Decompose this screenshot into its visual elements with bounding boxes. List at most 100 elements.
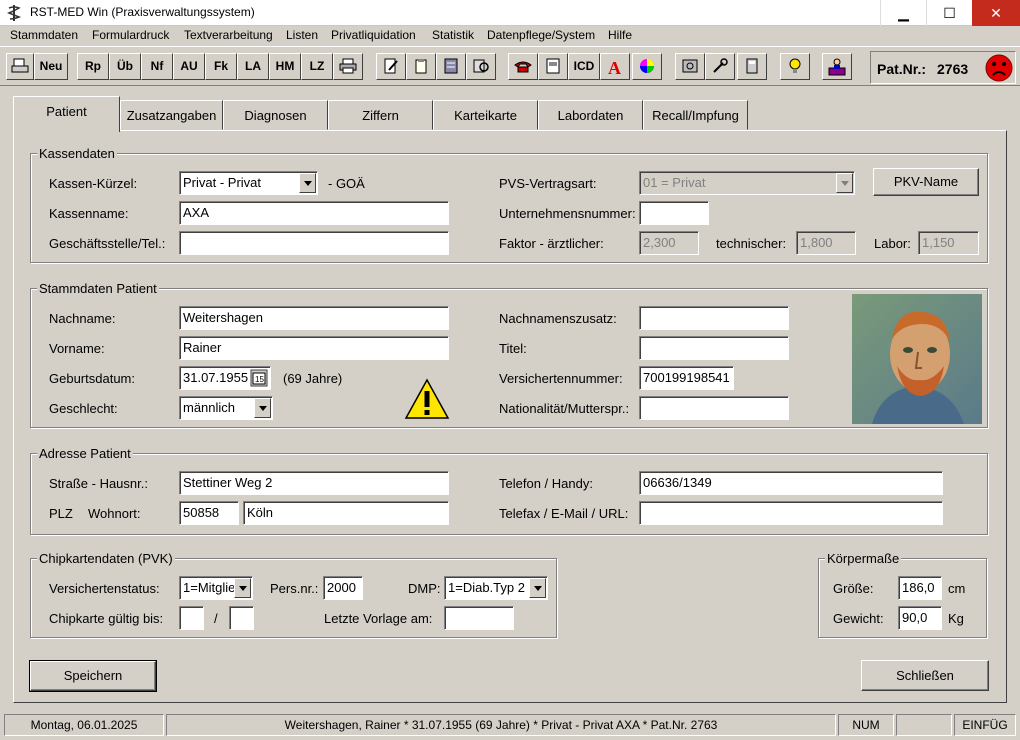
chevron-down-icon[interactable] (234, 578, 251, 598)
persnr-field[interactable]: 2000 (323, 576, 363, 600)
tab-recall-impfung[interactable]: Recall/Impfung (643, 100, 748, 130)
tools-button[interactable] (705, 53, 735, 80)
hm-button[interactable]: HM (269, 53, 301, 80)
tab-karteikarte[interactable]: Karteikarte (433, 100, 538, 130)
unternehmensnummer-label: Unternehmensnummer: (499, 206, 636, 221)
nachnamenszusatz-field[interactable] (639, 306, 789, 330)
au-button[interactable]: AU (173, 53, 205, 80)
exit-button[interactable] (822, 53, 852, 80)
menu-datenpflege[interactable]: Datenpflege/System (487, 28, 595, 42)
geschaeftsstelle-field[interactable] (179, 231, 449, 255)
geschlecht-select[interactable]: männlich (179, 396, 273, 420)
icd-button[interactable]: ICD (568, 53, 600, 80)
fk-button[interactable]: Fk (205, 53, 237, 80)
save-button[interactable]: Speichern (29, 660, 157, 692)
dmp-select[interactable]: 1=Diab.Typ 2 (444, 576, 548, 600)
clipboard-button[interactable] (406, 53, 436, 80)
safe-button[interactable] (675, 53, 705, 80)
geschaeftsstelle-label: Geschäftsstelle/Tel.: (49, 236, 166, 251)
caduceus-icon (6, 5, 22, 21)
notebook-button[interactable] (436, 53, 466, 80)
faktor-labor-field[interactable]: 1,150 (918, 231, 979, 255)
menu-stammdaten[interactable]: Stammdaten (10, 28, 78, 42)
chevron-down-icon[interactable] (529, 578, 546, 598)
telefon-label: Telefon / Handy: (499, 476, 593, 491)
tab-patient[interactable]: Patient (13, 96, 120, 132)
vorname-field[interactable]: Rainer (179, 336, 449, 360)
close-window-button[interactable]: ✕ (972, 0, 1020, 26)
faktor-aerztlich-field[interactable]: 2,300 (639, 231, 699, 255)
plz-field[interactable]: 50858 (179, 501, 239, 525)
status-date: Montag, 06.01.2025 (4, 714, 164, 736)
gueltig-monat-field[interactable] (179, 606, 204, 630)
kassen-kuerzel-select[interactable]: Privat - Privat (179, 171, 318, 195)
color-palette-button[interactable] (632, 53, 662, 80)
strasse-field[interactable]: Stettiner Weg 2 (179, 471, 449, 495)
rp-button[interactable]: Rp (77, 53, 109, 80)
svg-text:15: 15 (255, 375, 264, 384)
titel-field[interactable] (639, 336, 789, 360)
chipkarte-gueltig-label: Chipkarte gültig bis: (49, 611, 164, 626)
phone-button[interactable] (508, 53, 538, 80)
groesse-field[interactable]: 186,0 (898, 576, 942, 600)
menu-privatliquidation[interactable]: Privatliquidation (331, 28, 416, 42)
document-print-icon (11, 58, 29, 73)
menu-hilfe[interactable]: Hilfe (608, 28, 632, 42)
telefax-field[interactable] (639, 501, 943, 525)
menu-textverarbeitung[interactable]: Textverarbeitung (184, 28, 273, 42)
warning-icon[interactable] (404, 378, 450, 420)
stammdaten-legend: Stammdaten Patient (37, 281, 159, 296)
maximize-button[interactable]: ☐ (926, 0, 972, 26)
versichertenstatus-select[interactable]: 1=Mitglie (179, 576, 253, 600)
patient-number-value: 2763 (937, 61, 969, 77)
close-button[interactable]: Schließen (861, 660, 989, 691)
tab-diagnosen[interactable]: Diagnosen (223, 100, 328, 130)
pkv-name-button[interactable]: PKV-Name (873, 168, 979, 196)
faktor-technisch-field[interactable]: 1,800 (796, 231, 856, 255)
unternehmensnummer-field[interactable] (639, 201, 709, 225)
calendar-icon[interactable]: 15 (250, 369, 268, 387)
search-patient-button[interactable] (466, 53, 496, 80)
person-door-icon (828, 58, 846, 76)
document-edit-button[interactable] (376, 53, 406, 80)
pharmacy-button[interactable]: A (600, 53, 630, 80)
versichertennummer-field[interactable]: 700199198541 (639, 366, 734, 390)
chevron-down-icon[interactable] (836, 173, 853, 193)
patient-photo[interactable] (852, 294, 982, 424)
menu-statistik[interactable]: Statistik (432, 28, 474, 42)
tab-labordaten[interactable]: Labordaten (538, 100, 643, 130)
nationalitaet-field[interactable] (639, 396, 789, 420)
safe-icon (682, 59, 698, 73)
printer-button[interactable] (333, 53, 363, 80)
sad-face-icon (985, 54, 1013, 82)
nf-button[interactable]: Nf (141, 53, 173, 80)
gueltig-jahr-field[interactable] (229, 606, 254, 630)
letzte-vorlage-field[interactable] (444, 606, 514, 630)
kassenname-field[interactable]: AXA (179, 201, 449, 225)
tab-zusatzangaben[interactable]: Zusatzangaben (120, 100, 223, 130)
menu-listen[interactable]: Listen (286, 28, 318, 42)
menu-formulardruck[interactable]: Formulardruck (92, 28, 169, 42)
plz-label: PLZ (49, 506, 73, 521)
status-mode: EINFÜG (954, 714, 1016, 736)
calculator-sheet-button[interactable] (538, 53, 568, 80)
new-button[interactable]: Neu (34, 53, 68, 80)
gewicht-field[interactable]: 90,0 (898, 606, 942, 630)
nachname-field[interactable]: Weitershagen (179, 306, 449, 330)
calculator-button[interactable] (737, 53, 767, 80)
faktor-technisch-label: technischer: (716, 236, 787, 251)
wohnort-field[interactable]: Köln (243, 501, 449, 525)
chevron-down-icon[interactable] (299, 173, 316, 193)
pvs-vertragsart-select[interactable]: 01 = Privat (639, 171, 855, 195)
telefon-field[interactable]: 06636/1349 (639, 471, 943, 495)
minimize-button[interactable]: ▁ (880, 0, 926, 26)
chevron-down-icon[interactable] (254, 398, 271, 418)
tip-button[interactable] (780, 53, 810, 80)
geburtsdatum-value: 31.07.1955 (183, 370, 249, 385)
ub-button[interactable]: Üb (109, 53, 141, 80)
printer-icon (339, 58, 357, 74)
tab-ziffern[interactable]: Ziffern (328, 100, 433, 130)
la-button[interactable]: LA (237, 53, 269, 80)
print-list-button[interactable] (6, 53, 34, 80)
lz-button[interactable]: LZ (301, 53, 333, 80)
